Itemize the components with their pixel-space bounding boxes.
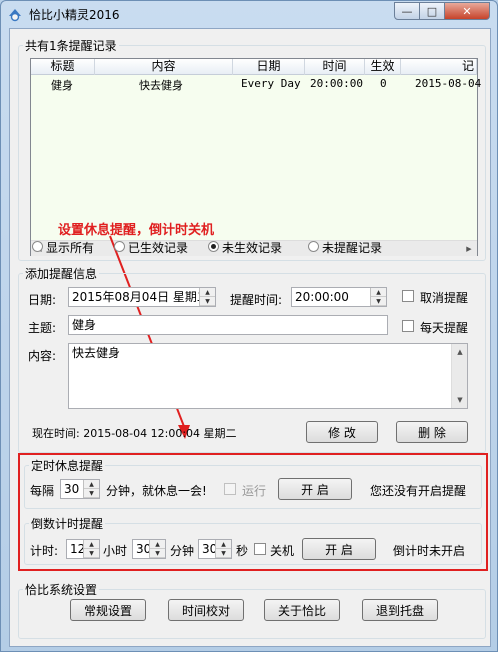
records-legend: 共有1条提醒记录: [25, 39, 117, 53]
add-legend: 添加提醒信息: [25, 267, 98, 281]
filter-all-label[interactable]: 显示所有: [46, 239, 94, 256]
remind-time-label: 提醒时间:: [230, 293, 283, 307]
rest-message: 分钟，就休息一会!: [106, 484, 207, 498]
list-header: 标题 内容 日期 时间 生效 记: [31, 59, 477, 75]
countdown-status: 倒计时未开启: [393, 544, 466, 558]
cancel-remind-checkbox[interactable]: [402, 290, 414, 302]
row-record: 2015-08-04: [415, 77, 482, 90]
filter-active-radio[interactable]: [114, 241, 125, 252]
rest-status: 您还没有开启提醒: [370, 484, 467, 498]
col-active[interactable]: 生效: [365, 59, 401, 75]
col-title[interactable]: 标题: [31, 59, 95, 75]
col-time[interactable]: 时间: [305, 59, 365, 75]
down-arrow-icon[interactable]: ▼: [84, 489, 99, 498]
system-legend: 恰比系统设置: [25, 583, 98, 597]
row-time: 20:00:00: [310, 77, 363, 90]
app-window: 恰比小精灵2016 — □ ✕ 共有1条提醒记录 标题 内容 日期 时间 生效 …: [0, 0, 498, 652]
scroll-right-icon[interactable]: ▶: [461, 241, 477, 257]
row-date: Every Day: [241, 77, 301, 90]
subject-input[interactable]: 健身: [68, 315, 388, 335]
seconds-unit: 秒: [236, 544, 249, 558]
down-arrow-icon[interactable]: ▼: [84, 549, 99, 558]
time-sync-button[interactable]: 时间校对: [168, 599, 244, 621]
every-label: 每隔: [30, 484, 55, 498]
rest-legend: 定时休息提醒: [31, 459, 104, 473]
timer-label: 计时:: [30, 544, 59, 558]
current-time-text: 现在时间: 2015-08-04 12:00:04 星期二: [32, 427, 237, 440]
content-textarea[interactable]: 快去健身: [68, 343, 468, 409]
countdown-legend: 倒数计时提醒: [31, 517, 104, 531]
about-button[interactable]: 关于恰比: [264, 599, 340, 621]
running-label: 运行: [242, 484, 267, 498]
date-picker[interactable]: 2015年08月04日 星期二: [68, 287, 216, 307]
col-record[interactable]: 记: [401, 59, 477, 75]
col-content[interactable]: 内容: [95, 59, 233, 75]
daily-remind-label[interactable]: 每天提醒: [420, 319, 468, 336]
up-arrow-icon[interactable]: ▲: [371, 288, 386, 297]
date-label: 日期:: [28, 293, 57, 307]
time-spinner[interactable]: ▲ ▼: [370, 288, 386, 306]
rest-start-button[interactable]: 开 启: [278, 478, 352, 500]
filter-unreminded-label[interactable]: 未提醒记录: [322, 239, 382, 256]
down-arrow-icon[interactable]: ▼: [371, 297, 386, 306]
hours-spinner[interactable]: ▲ ▼: [83, 540, 99, 558]
row-title: 健身: [51, 79, 73, 92]
row-active: 0: [380, 77, 387, 90]
edit-button[interactable]: 修 改: [306, 421, 378, 443]
row-content: 快去健身: [139, 79, 183, 92]
filter-active-label[interactable]: 已生效记录: [128, 239, 188, 256]
daily-remind-checkbox[interactable]: [402, 320, 414, 332]
delete-button[interactable]: 删 除: [396, 421, 468, 443]
minutes-unit: 分钟: [170, 544, 195, 558]
content-label: 内容:: [28, 349, 57, 363]
client-area: 共有1条提醒记录 标题 内容 日期 时间 生效 记 健身 快去健身 Every …: [9, 28, 491, 647]
minimize-button[interactable]: —: [394, 2, 420, 20]
close-button[interactable]: ✕: [444, 2, 490, 20]
up-arrow-icon[interactable]: ▲: [200, 288, 215, 297]
up-arrow-icon[interactable]: ▲: [84, 540, 99, 549]
minutes-spinner[interactable]: ▲ ▼: [149, 540, 165, 558]
shutdown-checkbox[interactable]: [254, 543, 266, 555]
hours-unit: 小时: [103, 544, 128, 558]
subject-label: 主题:: [28, 321, 57, 335]
window-title: 恰比小精灵2016: [29, 8, 120, 22]
maximize-button[interactable]: □: [419, 2, 445, 20]
cancel-remind-label[interactable]: 取消提醒: [420, 289, 468, 306]
down-arrow-icon[interactable]: ▼: [216, 549, 231, 558]
up-arrow-icon[interactable]: ▲: [84, 480, 99, 489]
down-arrow-icon[interactable]: ▼: [150, 549, 165, 558]
date-spinner[interactable]: ▲ ▼: [199, 288, 215, 306]
title-bar[interactable]: 恰比小精灵2016 — □ ✕: [1, 1, 497, 27]
seconds-spinner[interactable]: ▲ ▼: [215, 540, 231, 558]
filter-inactive-radio[interactable]: [208, 241, 219, 252]
down-arrow-icon[interactable]: ▼: [200, 297, 215, 306]
col-date[interactable]: 日期: [233, 59, 305, 75]
minimize-to-tray-button[interactable]: 退到托盘: [362, 599, 438, 621]
scroll-down-icon[interactable]: ▼: [452, 392, 468, 408]
filter-all-radio[interactable]: [32, 241, 43, 252]
content-scrollbar[interactable]: ▲ ▼: [451, 344, 467, 408]
filter-inactive-label[interactable]: 未生效记录: [222, 239, 282, 256]
countdown-start-button[interactable]: 开 启: [302, 538, 376, 560]
shutdown-label[interactable]: 关机: [270, 542, 294, 559]
rest-minutes-spinner[interactable]: ▲ ▼: [83, 480, 99, 498]
general-settings-button[interactable]: 常规设置: [70, 599, 146, 621]
filter-unreminded-radio[interactable]: [308, 241, 319, 252]
up-arrow-icon[interactable]: ▲: [150, 540, 165, 549]
annotation-text: 设置休息提醒，倒计时关机: [58, 223, 215, 238]
up-arrow-icon[interactable]: ▲: [216, 540, 231, 549]
app-logo-icon: [9, 9, 21, 22]
scroll-up-icon[interactable]: ▲: [452, 344, 468, 360]
running-checkbox: [224, 483, 236, 495]
